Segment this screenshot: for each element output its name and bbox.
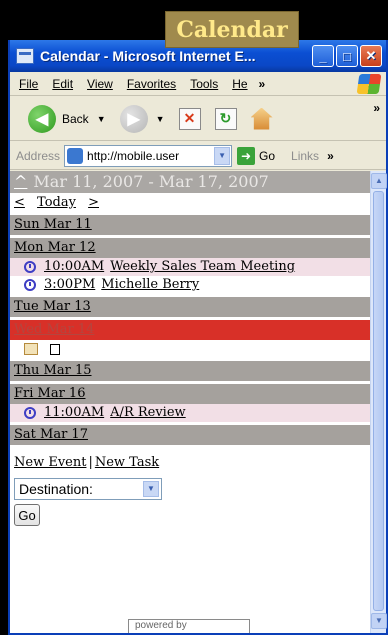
link-separator: | bbox=[88, 455, 93, 470]
windows-logo-icon bbox=[356, 74, 382, 94]
browser-window: Calendar - Microsoft Internet E... _ □ ✕… bbox=[8, 40, 388, 635]
address-dropdown-icon[interactable]: ▼ bbox=[214, 146, 231, 165]
prev-week-link[interactable]: < bbox=[14, 195, 25, 210]
day-header-fri[interactable]: Fri Mar 16 bbox=[10, 384, 370, 404]
window-controls: _ □ ✕ bbox=[312, 45, 382, 67]
menu-edit[interactable]: Edit bbox=[52, 77, 73, 91]
scroll-thumb[interactable] bbox=[373, 191, 384, 611]
go-arrow-icon[interactable]: ➜ bbox=[237, 146, 256, 165]
ie-page-icon bbox=[16, 48, 34, 64]
refresh-icon[interactable]: ↻ bbox=[214, 107, 237, 130]
task-checkbox[interactable] bbox=[50, 343, 60, 355]
forward-arrow-icon[interactable]: ▶ bbox=[119, 104, 148, 133]
today-link[interactable]: Today bbox=[37, 195, 76, 210]
back-dropdown-icon[interactable]: ▼ bbox=[97, 114, 106, 124]
week-range: Mar 11, 2007 - Mar 17, 2007 bbox=[33, 172, 269, 191]
next-week-link[interactable]: > bbox=[88, 195, 99, 210]
go-button-label[interactable]: Go bbox=[259, 149, 275, 163]
maximize-button[interactable]: □ bbox=[336, 45, 358, 67]
forward-dropdown-icon[interactable]: ▼ bbox=[156, 114, 165, 124]
back-button-label[interactable]: Back bbox=[62, 112, 89, 126]
links-overflow-icon[interactable]: » bbox=[327, 149, 334, 163]
menu-overflow-icon[interactable]: » bbox=[259, 77, 266, 91]
toolbar-overflow-icon[interactable]: » bbox=[373, 101, 380, 115]
close-button[interactable]: ✕ bbox=[360, 45, 382, 67]
scroll-up-icon[interactable]: ▲ bbox=[371, 173, 387, 189]
home-icon[interactable] bbox=[250, 107, 273, 130]
menu-view[interactable]: View bbox=[87, 77, 113, 91]
event-item[interactable]: 10:00AM Weekly Sales Team Meeting bbox=[10, 258, 370, 276]
menu-file[interactable]: File bbox=[19, 77, 38, 91]
back-arrow-icon[interactable]: ◀ bbox=[28, 104, 56, 133]
address-label: Address bbox=[16, 148, 61, 163]
day-header-wed-today[interactable]: Wed Mar 14 bbox=[10, 320, 370, 340]
task-icon bbox=[24, 343, 38, 355]
event-title[interactable]: Michelle Berry bbox=[101, 276, 199, 294]
stop-icon[interactable]: ✕ bbox=[178, 107, 201, 130]
week-nav: < Today > bbox=[10, 193, 370, 212]
week-header: ^ Mar 11, 2007 - Mar 17, 2007 bbox=[10, 171, 370, 193]
menu-help[interactable]: He bbox=[232, 77, 247, 91]
day-header-sat[interactable]: Sat Mar 17 bbox=[10, 425, 370, 445]
event-time[interactable]: 11:00AM bbox=[44, 404, 104, 422]
event-title[interactable]: Weekly Sales Team Meeting bbox=[110, 258, 295, 276]
clock-icon bbox=[24, 407, 36, 419]
minimize-button[interactable]: _ bbox=[312, 45, 334, 67]
destination-selected: Destination: bbox=[19, 481, 93, 497]
vertical-scrollbar[interactable]: ▲ ▼ bbox=[370, 171, 387, 633]
action-links: New Event | New Task bbox=[10, 455, 370, 470]
new-event-link[interactable]: New Event bbox=[14, 455, 86, 470]
scroll-down-icon[interactable]: ▼ bbox=[371, 613, 387, 629]
toolbar: ◀ Back ▼ ▶ ▼ ✕ ↻ » bbox=[10, 97, 386, 141]
chevron-down-icon[interactable]: ▼ bbox=[143, 481, 159, 497]
address-bar: Address http://mobile.user ▼ ➜ Go Links … bbox=[10, 142, 386, 170]
up-arrow-link[interactable]: ^ bbox=[14, 172, 27, 191]
menu-bar: File Edit View Favorites Tools He » bbox=[10, 72, 386, 96]
new-task-link[interactable]: New Task bbox=[95, 455, 159, 470]
menu-tools[interactable]: Tools bbox=[190, 77, 218, 91]
page-content: ^ Mar 11, 2007 - Mar 17, 2007 < Today > S… bbox=[10, 171, 370, 633]
day-header-tue[interactable]: Tue Mar 13 bbox=[10, 297, 370, 317]
event-item[interactable]: 11:00AM A/R Review bbox=[10, 404, 370, 422]
event-time[interactable]: 10:00AM bbox=[44, 258, 104, 276]
day-header-mon[interactable]: Mon Mar 12 bbox=[10, 238, 370, 258]
address-input[interactable]: http://mobile.user ▼ bbox=[64, 144, 233, 167]
event-item[interactable]: 3:00PM Michelle Berry bbox=[10, 276, 370, 294]
event-time[interactable]: 3:00PM bbox=[44, 276, 95, 294]
go-button[interactable]: Go bbox=[14, 504, 40, 526]
task-item[interactable] bbox=[10, 340, 370, 358]
menu-favorites[interactable]: Favorites bbox=[127, 77, 176, 91]
day-header-thu[interactable]: Thu Mar 15 bbox=[10, 361, 370, 381]
screenshot-caption: Calendar bbox=[165, 11, 299, 48]
destination-select[interactable]: Destination: ▼ bbox=[14, 478, 162, 500]
day-header-sun[interactable]: Sun Mar 11 bbox=[10, 215, 370, 235]
event-title[interactable]: A/R Review bbox=[110, 404, 186, 422]
links-label[interactable]: Links bbox=[291, 149, 319, 163]
clock-icon bbox=[24, 261, 36, 273]
clock-icon bbox=[24, 279, 36, 291]
powered-by-footer: powered by bbox=[128, 619, 250, 633]
window-title: Calendar - Microsoft Internet E... bbox=[40, 48, 256, 64]
page-icon bbox=[67, 147, 84, 164]
address-url[interactable]: http://mobile.user bbox=[87, 149, 215, 163]
